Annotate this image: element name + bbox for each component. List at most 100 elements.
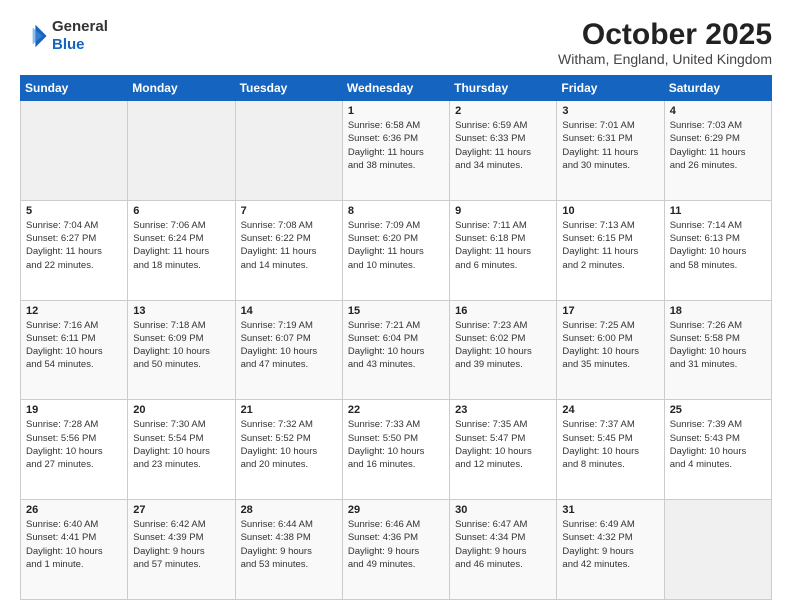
day-info: Sunrise: 7:14 AMSunset: 6:13 PMDaylight:… [670,219,766,272]
title-block: October 2025 Witham, England, United Kin… [558,18,772,67]
day-info: Sunrise: 7:30 AMSunset: 5:54 PMDaylight:… [133,418,229,471]
day-info: Sunrise: 7:06 AMSunset: 6:24 PMDaylight:… [133,219,229,272]
calendar-cell: 8 Sunrise: 7:09 AMSunset: 6:20 PMDaylight… [342,200,449,300]
calendar-cell: 19Sunrise: 7:28 AMSunset: 5:56 PMDayligh… [21,400,128,500]
calendar-cell: 4 Sunrise: 7:03 AMSunset: 6:29 PMDaylight… [664,101,771,201]
day-number: 17 [562,305,658,317]
day-number: 6 [133,205,229,217]
day-info: Sunrise: 7:25 AMSunset: 6:00 PMDaylight:… [562,319,658,372]
calendar-cell [128,101,235,201]
day-info: Sunrise: 7:18 AMSunset: 6:09 PMDaylight:… [133,319,229,372]
calendar-week-5: 26 Sunrise: 6:40 AMSunset: 4:41 PMDayligh… [21,500,772,600]
day-number: 26 [26,504,122,516]
col-monday: Monday [128,76,235,101]
day-info: Sunrise: 7:35 AMSunset: 5:47 PMDaylight:… [455,418,551,471]
day-number: 18 [670,305,766,317]
col-saturday: Saturday [664,76,771,101]
calendar-cell: 30 Sunrise: 6:47 AMSunset: 4:34 PMDayligh… [450,500,557,600]
day-number: 12 [26,305,122,317]
day-info: Sunrise: 6:47 AMSunset: 4:34 PMDaylight:… [455,518,551,571]
day-number: 14 [241,305,337,317]
day-number: 5 [26,205,122,217]
calendar-cell: 26 Sunrise: 6:40 AMSunset: 4:41 PMDayligh… [21,500,128,600]
day-number: 19 [26,404,122,416]
day-number: 31 [562,504,658,516]
calendar-header-row: Sunday Monday Tuesday Wednesday Thursday… [21,76,772,101]
day-info: Sunrise: 7:37 AMSunset: 5:45 PMDaylight:… [562,418,658,471]
calendar-cell: 16 Sunrise: 7:23 AMSunset: 6:02 PMDayligh… [450,300,557,400]
day-info: Sunrise: 7:04 AMSunset: 6:27 PMDaylight:… [26,219,122,272]
calendar-cell: 1Sunrise: 6:58 AMSunset: 6:36 PMDaylight… [342,101,449,201]
day-info: Sunrise: 7:03 AMSunset: 6:29 PMDaylight:… [670,119,766,172]
page: General Blue October 2025 Witham, Englan… [0,0,792,612]
day-number: 8 [348,205,444,217]
calendar-cell: 10 Sunrise: 7:13 AMSunset: 6:15 PMDayligh… [557,200,664,300]
calendar-cell: 25 Sunrise: 7:39 AMSunset: 5:43 PMDayligh… [664,400,771,500]
calendar-cell: 3 Sunrise: 7:01 AMSunset: 6:31 PMDaylight… [557,101,664,201]
calendar-table: Sunday Monday Tuesday Wednesday Thursday… [20,75,772,600]
calendar-cell: 31 Sunrise: 6:49 AMSunset: 4:32 PMDayligh… [557,500,664,600]
calendar-cell: 18Sunrise: 7:26 AMSunset: 5:58 PMDayligh… [664,300,771,400]
calendar-cell: 5 Sunrise: 7:04 AMSunset: 6:27 PMDaylight… [21,200,128,300]
calendar-cell: 28Sunrise: 6:44 AMSunset: 4:38 PMDayligh… [235,500,342,600]
day-info: Sunrise: 6:40 AMSunset: 4:41 PMDaylight:… [26,518,122,571]
day-number: 2 [455,105,551,117]
day-info: Sunrise: 7:32 AMSunset: 5:52 PMDaylight:… [241,418,337,471]
calendar-cell: 12Sunrise: 7:16 AMSunset: 6:11 PMDayligh… [21,300,128,400]
day-info: Sunrise: 7:01 AMSunset: 6:31 PMDaylight:… [562,119,658,172]
day-number: 16 [455,305,551,317]
col-sunday: Sunday [21,76,128,101]
calendar-week-1: 1Sunrise: 6:58 AMSunset: 6:36 PMDaylight… [21,101,772,201]
day-number: 11 [670,205,766,217]
day-number: 3 [562,105,658,117]
day-info: Sunrise: 6:49 AMSunset: 4:32 PMDaylight:… [562,518,658,571]
day-info: Sunrise: 6:42 AMSunset: 4:39 PMDaylight:… [133,518,229,571]
calendar-cell: 9 Sunrise: 7:11 AMSunset: 6:18 PMDaylight… [450,200,557,300]
header: General Blue October 2025 Witham, Englan… [20,18,772,67]
calendar-week-3: 12Sunrise: 7:16 AMSunset: 6:11 PMDayligh… [21,300,772,400]
day-info: Sunrise: 6:44 AMSunset: 4:38 PMDaylight:… [241,518,337,571]
col-wednesday: Wednesday [342,76,449,101]
day-info: Sunrise: 7:13 AMSunset: 6:15 PMDaylight:… [562,219,658,272]
day-number: 20 [133,404,229,416]
day-info: Sunrise: 6:46 AMSunset: 4:36 PMDaylight:… [348,518,444,571]
day-info: Sunrise: 7:09 AMSunset: 6:20 PMDaylight:… [348,219,444,272]
month-title: October 2025 [558,18,772,51]
logo-blue-text: Blue [52,36,85,53]
calendar-cell: 7 Sunrise: 7:08 AMSunset: 6:22 PMDaylight… [235,200,342,300]
calendar-cell: 13Sunrise: 7:18 AMSunset: 6:09 PMDayligh… [128,300,235,400]
col-tuesday: Tuesday [235,76,342,101]
day-number: 4 [670,105,766,117]
day-number: 10 [562,205,658,217]
day-number: 29 [348,504,444,516]
calendar-week-4: 19Sunrise: 7:28 AMSunset: 5:56 PMDayligh… [21,400,772,500]
day-number: 7 [241,205,337,217]
calendar-cell: 29 Sunrise: 6:46 AMSunset: 4:36 PMDayligh… [342,500,449,600]
calendar-cell [235,101,342,201]
col-thursday: Thursday [450,76,557,101]
location: Witham, England, United Kingdom [558,51,772,67]
day-number: 30 [455,504,551,516]
day-info: Sunrise: 7:11 AMSunset: 6:18 PMDaylight:… [455,219,551,272]
day-info: Sunrise: 7:39 AMSunset: 5:43 PMDaylight:… [670,418,766,471]
day-info: Sunrise: 7:23 AMSunset: 6:02 PMDaylight:… [455,319,551,372]
day-info: Sunrise: 7:08 AMSunset: 6:22 PMDaylight:… [241,219,337,272]
logo-icon [20,22,48,50]
logo-general-text: General [52,18,108,35]
day-number: 24 [562,404,658,416]
logo: General Blue [20,18,108,54]
day-info: Sunrise: 7:33 AMSunset: 5:50 PMDaylight:… [348,418,444,471]
calendar-cell: 2Sunrise: 6:59 AMSunset: 6:33 PMDaylight… [450,101,557,201]
col-friday: Friday [557,76,664,101]
day-number: 21 [241,404,337,416]
day-info: Sunrise: 7:19 AMSunset: 6:07 PMDaylight:… [241,319,337,372]
calendar-cell: 20 Sunrise: 7:30 AMSunset: 5:54 PMDayligh… [128,400,235,500]
calendar-cell: 6 Sunrise: 7:06 AMSunset: 6:24 PMDaylight… [128,200,235,300]
day-info: Sunrise: 7:21 AMSunset: 6:04 PMDaylight:… [348,319,444,372]
day-number: 9 [455,205,551,217]
calendar-cell: 14 Sunrise: 7:19 AMSunset: 6:07 PMDayligh… [235,300,342,400]
day-info: Sunrise: 6:58 AMSunset: 6:36 PMDaylight:… [348,119,444,172]
day-number: 25 [670,404,766,416]
day-number: 23 [455,404,551,416]
day-number: 15 [348,305,444,317]
